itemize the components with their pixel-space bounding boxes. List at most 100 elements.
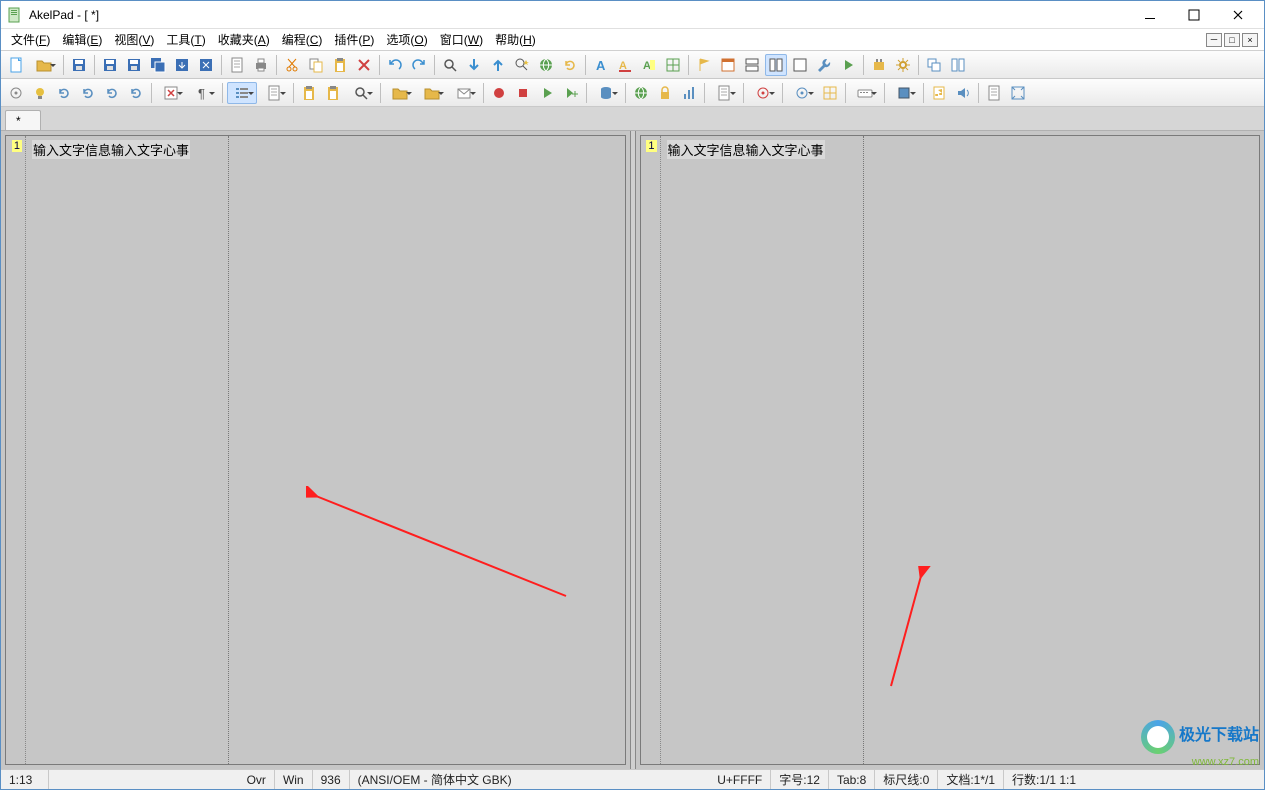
close-button[interactable] [1216,4,1260,26]
folder3-icon[interactable] [417,82,447,104]
status-eol[interactable]: Win [275,770,313,789]
find-icon[interactable] [439,54,461,76]
minimize-button[interactable] [1128,4,1172,26]
box-icon[interactable] [889,82,919,104]
lock-icon[interactable] [654,82,676,104]
wrench-icon[interactable] [813,54,835,76]
refresh-icon[interactable] [559,54,581,76]
document-tab[interactable]: * [5,110,41,130]
split-h-icon[interactable] [741,54,763,76]
zoom-icon[interactable] [346,82,376,104]
tool-m1-icon[interactable] [748,82,778,104]
tool-ref2-icon[interactable] [77,82,99,104]
status-ovr[interactable]: Ovr [239,770,275,789]
tool-m2-icon[interactable] [787,82,817,104]
menu-item[interactable]: 编辑(E) [56,29,108,50]
status-ruler[interactable]: 标尺线:0 [875,770,938,789]
window-icon[interactable] [717,54,739,76]
tool-ref3-icon[interactable] [101,82,123,104]
expand-icon[interactable] [1007,82,1029,104]
mdi-restore-button[interactable]: □ [1224,33,1240,47]
maximize-button[interactable] [1172,4,1216,26]
undo-icon[interactable] [384,54,406,76]
new-file-icon[interactable] [5,54,27,76]
kbd-icon[interactable] [850,82,880,104]
paste-icon[interactable] [329,54,351,76]
status-codepage[interactable]: 936 [313,770,350,789]
cascade-icon[interactable] [923,54,945,76]
grid-icon[interactable] [662,54,684,76]
highlight-icon[interactable]: A [638,54,660,76]
toolbar-separator [978,83,979,103]
save-times-icon[interactable] [195,54,217,76]
status-encoding[interactable]: (ANSI/OEM - 简体中文 GBK) [350,770,520,789]
tool-a-icon[interactable] [5,82,27,104]
find-down-icon[interactable] [463,54,485,76]
list-icon[interactable] [227,82,257,104]
settings-icon[interactable] [892,54,914,76]
status-font[interactable]: 字号:12 [771,770,829,789]
cut-icon[interactable] [281,54,303,76]
copy-icon[interactable] [305,54,327,76]
note-icon[interactable] [928,82,950,104]
folder2-icon[interactable] [385,82,415,104]
menu-item[interactable]: 视图(V) [108,29,160,50]
save-arrow-icon[interactable] [171,54,193,76]
save-copy-icon[interactable] [99,54,121,76]
menu-item[interactable]: 收藏夹(A) [212,29,276,50]
print-icon[interactable] [250,54,272,76]
menu-item[interactable]: 帮助(H) [489,29,542,50]
world-icon[interactable] [630,82,652,104]
doc-icon[interactable] [259,82,289,104]
play-icon[interactable] [837,54,859,76]
editor-pane-left[interactable]: 1 输入文字信息输入文字心事 [5,135,626,765]
tool-ref4-icon[interactable] [125,82,147,104]
play2-icon[interactable] [536,82,558,104]
delete-icon[interactable] [353,54,375,76]
font-icon[interactable]: A [590,54,612,76]
db-icon[interactable] [591,82,621,104]
editor-pane-right[interactable]: 1 输入文字信息输入文字心事 [640,135,1261,765]
mdi-minimize-button[interactable]: － [1206,33,1222,47]
tool-m3-icon[interactable] [819,82,841,104]
find-up-icon[interactable] [487,54,509,76]
chart-icon[interactable] [678,82,700,104]
mdi-close-button[interactable]: × [1242,33,1258,47]
save-as-icon[interactable] [123,54,145,76]
bookmark-icon[interactable] [693,54,715,76]
menu-item[interactable]: 文件(F) [5,29,56,50]
sound-icon[interactable] [952,82,974,104]
record-icon[interactable] [488,82,510,104]
plugin-icon[interactable] [868,54,890,76]
status-tab[interactable]: Tab:8 [829,770,875,789]
close-x-icon[interactable] [156,82,186,104]
text-area-left[interactable]: 输入文字信息输入文字心事 [26,136,625,764]
print-preview-icon[interactable] [226,54,248,76]
page2-icon[interactable] [709,82,739,104]
find-files-icon[interactable] [535,54,557,76]
save-icon[interactable] [68,54,90,76]
split-v-icon[interactable] [765,54,787,76]
find-replace-icon[interactable] [511,54,533,76]
tool-bulb-icon[interactable] [29,82,51,104]
menu-item[interactable]: 窗口(W) [434,29,489,50]
menu-item[interactable]: 选项(O) [380,29,433,50]
tile-icon[interactable] [947,54,969,76]
pilcrow-icon[interactable]: ¶ [188,82,218,104]
text-area-right[interactable]: 输入文字信息输入文字心事 [661,136,1260,764]
redo-icon[interactable] [408,54,430,76]
menu-item[interactable]: 插件(P) [328,29,380,50]
page3-icon[interactable] [983,82,1005,104]
clipboard-icon[interactable] [298,82,320,104]
stop-icon[interactable] [512,82,534,104]
play-plus-icon[interactable] [560,82,582,104]
mail-icon[interactable] [449,82,479,104]
save-all-icon[interactable] [147,54,169,76]
tool-ref1-icon[interactable] [53,82,75,104]
open-file-icon[interactable] [29,54,59,76]
menu-item[interactable]: 工具(T) [160,29,211,50]
clipboard2-icon[interactable] [322,82,344,104]
menu-item[interactable]: 编程(C) [276,29,329,50]
single-icon[interactable] [789,54,811,76]
font-color-icon[interactable]: A [614,54,636,76]
